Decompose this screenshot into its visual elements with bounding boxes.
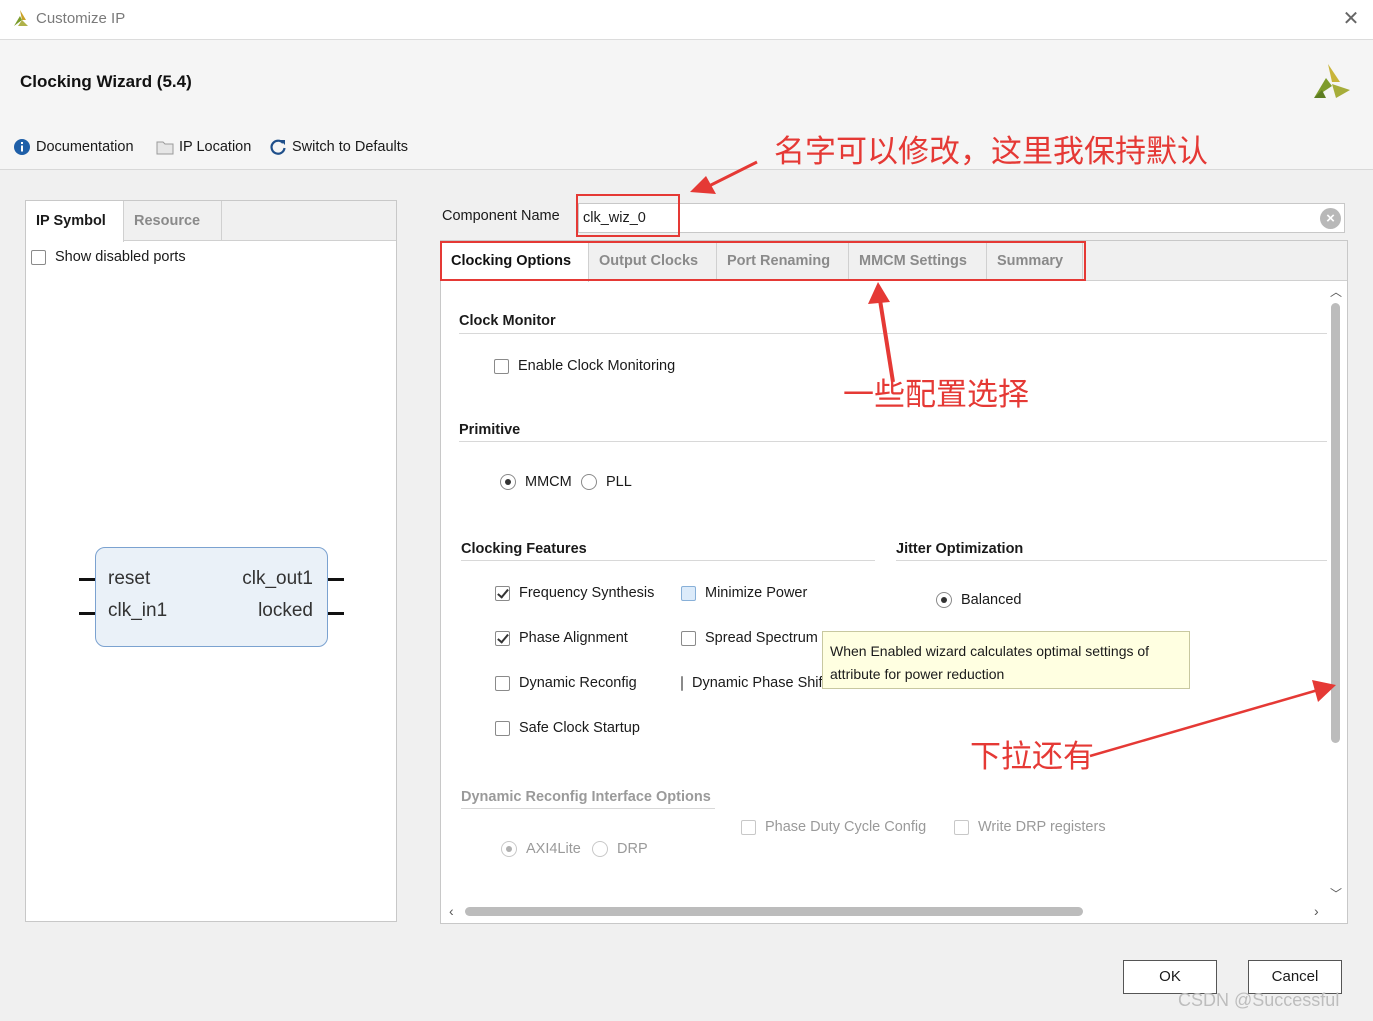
scroll-arrow-shaft (1089, 688, 1319, 758)
annotation-arrows (690, 160, 1336, 758)
scroll-arrow-head (1312, 680, 1336, 702)
config-arrow-head (868, 282, 890, 304)
name-arrow-shaft (704, 160, 758, 190)
config-arrow-shaft (878, 299, 895, 383)
watermark: CSDN @Successful (1178, 990, 1340, 1010)
